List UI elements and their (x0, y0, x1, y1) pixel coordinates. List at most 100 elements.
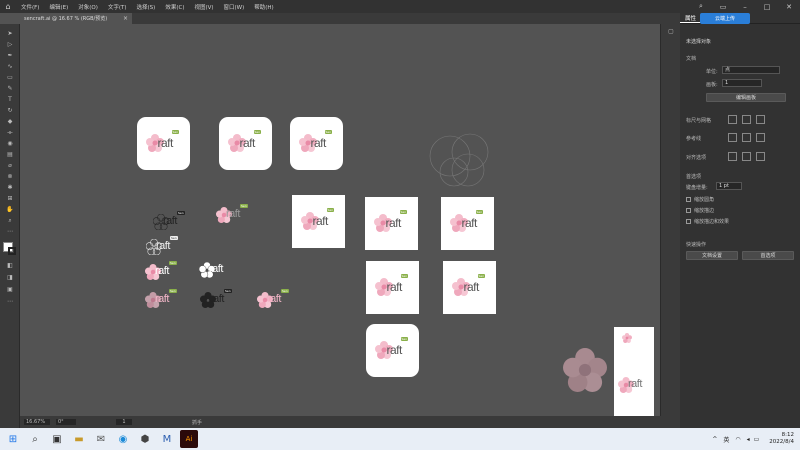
artboard-square[interactable]: raft Sen (292, 195, 345, 248)
width-tool-icon[interactable]: ⟛ (5, 129, 15, 136)
zoom-tool-icon[interactable]: ⌕ (5, 217, 15, 224)
volume-icon[interactable]: ◂ (747, 436, 750, 443)
task-view-icon[interactable]: ▣ (48, 430, 66, 448)
menu-edit[interactable]: 编辑(E) (44, 3, 73, 11)
artboard-number-field[interactable]: 1 (116, 419, 132, 425)
home-icon[interactable]: ⌂ (0, 0, 16, 13)
type-tool-icon[interactable]: T (5, 96, 15, 103)
windows-start-icon[interactable]: ⊞ (4, 430, 22, 448)
scale-effects-checkbox[interactable]: 缩放描边和效果 (686, 218, 729, 225)
snap-pixel-icon[interactable] (742, 152, 751, 161)
cloud-upload-button[interactable]: 云端上传 (700, 13, 750, 24)
snap-glyph-icon[interactable] (756, 152, 765, 161)
tray-chevron-icon[interactable]: ^ (712, 436, 717, 443)
menu-view[interactable]: 视图(V) (189, 3, 218, 11)
maximize-button[interactable]: □ (756, 3, 778, 11)
blend-tool-icon[interactable]: ⊗ (5, 173, 15, 180)
input-language-label[interactable]: 英 (723, 435, 729, 444)
artboard-tall[interactable]: raft (614, 327, 654, 420)
scale-strokes-checkbox[interactable]: 缩放描边 (686, 207, 714, 214)
checkbox-box[interactable] (686, 197, 691, 202)
artboard-square[interactable]: raft Sen (366, 261, 419, 314)
grid-icon[interactable] (742, 115, 751, 124)
rotate-view-field[interactable]: 0° (56, 419, 76, 425)
more-tools-icon[interactable]: ⋯ (5, 228, 15, 235)
logo-text: raft (312, 213, 329, 228)
zoom-field[interactable]: 16.67% (24, 419, 50, 425)
close-button[interactable]: ✕ (778, 3, 800, 11)
menu-select[interactable]: 选择(S) (132, 3, 161, 11)
clock[interactable]: 8:12 2022/8/4 (769, 432, 794, 446)
mail-icon[interactable]: ✉ (92, 430, 110, 448)
symbol-sprayer-tool-icon[interactable]: ✱ (5, 184, 15, 191)
eyedropper-tool-icon[interactable]: ⌀ (5, 162, 15, 169)
ruler-icon[interactable] (728, 115, 737, 124)
show-guides-icon[interactable] (728, 133, 737, 142)
rectangle-tool-icon[interactable]: ▭ (5, 74, 15, 81)
color-mode-icon[interactable]: ◧ (5, 262, 15, 269)
document-setup-button[interactable]: 文档设置 (686, 251, 738, 260)
pen-tool-icon[interactable]: ✒ (5, 52, 15, 59)
edit-artboard-button[interactable]: 编辑画板 (706, 93, 786, 102)
comments-icon[interactable]: ▢ (666, 28, 676, 35)
edge-browser-icon[interactable]: ◉ (114, 430, 132, 448)
fill-stroke-swatch[interactable] (3, 242, 17, 256)
app-m-icon[interactable]: M (158, 430, 176, 448)
stroke-swatch[interactable] (8, 247, 16, 255)
app-icon-tile[interactable]: raft Sen (137, 117, 190, 170)
artboard-select[interactable]: 1 (722, 79, 762, 87)
drawing-mode-icon[interactable]: ◨ (5, 274, 15, 281)
gradient-tool-icon[interactable]: ▤ (5, 151, 15, 158)
canvas[interactable]: raft Sen raft Sen raft Sen raft Sen raft… (20, 24, 736, 440)
search-icon[interactable]: ⌕ (690, 2, 712, 11)
menu-window[interactable]: 窗口(W) (219, 3, 250, 11)
search-icon[interactable]: ⌕ (26, 430, 44, 448)
snap-point-icon[interactable] (728, 152, 737, 161)
artboard-square[interactable]: raft Sen (441, 197, 494, 250)
battery-icon[interactable]: ▭ (754, 436, 760, 443)
large-blossom-icon[interactable] (563, 348, 607, 392)
paintbrush-tool-icon[interactable]: ✎ (5, 85, 15, 92)
menu-file[interactable]: 文件(F) (16, 3, 44, 11)
transparency-grid-icon[interactable] (756, 115, 765, 124)
hand-tool-icon[interactable]: ✋ (5, 206, 15, 213)
unit-select[interactable]: 点 (722, 66, 780, 74)
artboard-square[interactable]: raft Sen (443, 261, 496, 314)
app-icon-tile[interactable]: raft Sen (290, 117, 343, 170)
curvature-tool-icon[interactable]: ∿ (5, 63, 15, 70)
menu-effect[interactable]: 效果(C) (160, 3, 189, 11)
menu-type[interactable]: 文字(T) (103, 3, 132, 11)
menu-object[interactable]: 对象(O) (73, 3, 103, 11)
logo-badge: Sen (400, 336, 409, 341)
tab-properties[interactable]: 属性 (680, 14, 702, 23)
eraser-tool-icon[interactable]: ◆ (5, 118, 15, 125)
artboard-square[interactable]: raft Sen (365, 197, 418, 250)
minimize-button[interactable]: – (734, 3, 756, 11)
app-icon-tile[interactable]: raft Sen (219, 117, 272, 170)
construction-circles[interactable] (428, 132, 494, 188)
preferences-button[interactable]: 首选项 (742, 251, 794, 260)
rotate-tool-icon[interactable]: ↻ (5, 107, 15, 114)
file-explorer-icon[interactable]: ▬ (70, 430, 88, 448)
illustrator-icon[interactable]: Ai (180, 430, 198, 448)
checkbox-box[interactable] (686, 208, 691, 213)
app-cube-icon[interactable]: ⬢ (136, 430, 154, 448)
keyboard-increment-input[interactable]: 1 pt (716, 182, 742, 190)
artboard-tool-icon[interactable]: ⊞ (5, 195, 15, 202)
scale-corners-checkbox[interactable]: 缩放圆角 (686, 196, 714, 203)
menu-help[interactable]: 帮助(H) (249, 3, 278, 11)
lock-guides-icon[interactable] (742, 133, 751, 142)
checkbox-box[interactable] (686, 219, 691, 224)
document-tab[interactable]: sencraft.ai @ 16.67 % (RGB/预览) × (20, 13, 132, 24)
direct-selection-tool-icon[interactable]: ▷ (5, 41, 15, 48)
shape-builder-tool-icon[interactable]: ◉ (5, 140, 15, 147)
logo-badge: Sen (324, 129, 333, 134)
selection-tool-icon[interactable]: ➤ (5, 30, 15, 37)
layout-icon[interactable]: ▭ (712, 3, 734, 11)
close-tab-icon[interactable]: × (123, 15, 128, 22)
smart-guides-icon[interactable] (756, 133, 765, 142)
screen-mode-icon[interactable]: ▣ (5, 286, 15, 293)
edit-toolbar-icon[interactable]: ⋯ (5, 298, 15, 305)
wifi-icon[interactable]: ◠ (735, 436, 740, 443)
app-icon-tile[interactable]: raft Sen (366, 324, 419, 377)
